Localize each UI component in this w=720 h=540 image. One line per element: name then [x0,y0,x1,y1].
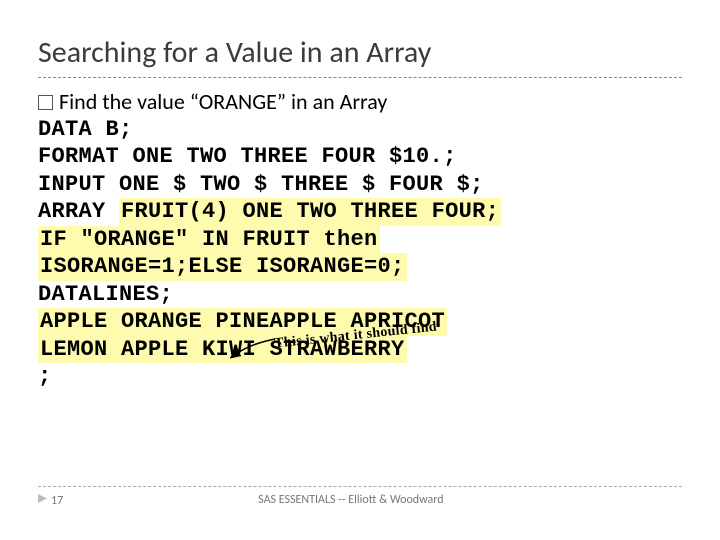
bullet-icon [38,95,53,110]
code-line-4-prefix: ARRAY [38,199,119,224]
code-line-8: LEMON APPLE KIWI STRAWBERRY [38,336,682,364]
page-number-container: 17 [38,493,63,508]
bullet-text: Find the value “ORANGE” in an Array [59,88,387,115]
code-line-1: DATA B; [38,116,682,144]
footer-divider [38,486,682,487]
title-divider [38,77,682,78]
code-line-4-highlight: FRUIT(4) ONE TWO THREE FOUR; [119,198,501,226]
code-line-2: FORMAT ONE TWO THREE FOUR $10.; [38,143,682,171]
page-number: 17 [51,494,63,508]
code-line-5b: ISORANGE=1;ELSE ISORANGE=0; [38,253,682,281]
code-line-5a: IF "ORANGE" IN FRUIT then [38,226,682,254]
code-line-3: INPUT ONE $ TWO $ THREE $ FOUR $; [38,171,682,199]
slide-footer: 17 SAS ESSENTIALS -- Elliott & Woodward [38,486,682,508]
code-line-7-highlight: APPLE ORANGE PINEAPPLE APRICOT [38,308,447,336]
footer-text: SAS ESSENTIALS -- Elliott & Woodward [258,493,443,508]
page-arrow-icon [38,493,47,507]
code-line-7: APPLE ORANGE PINEAPPLE APRICOT [38,308,682,336]
code-line-4: ARRAY FRUIT(4) ONE TWO THREE FOUR; [38,198,682,226]
slide: Searching for a Value in an Array Find t… [0,0,720,540]
code-line-9: ; [38,363,682,391]
code-line-5a-highlight: IF "ORANGE" IN FRUIT then [38,226,380,254]
code-line-6: DATALINES; [38,281,682,309]
slide-title: Searching for a Value in an Array [38,34,682,71]
code-line-8-highlight: LEMON APPLE KIWI STRAWBERRY [38,336,407,364]
code-line-5b-highlight: ISORANGE=1;ELSE ISORANGE=0; [38,253,407,281]
code-block: DATA B; FORMAT ONE TWO THREE FOUR $10.; … [38,116,682,391]
slide-content: Find the value “ORANGE” in an Array DATA… [38,88,682,391]
bullet-line: Find the value “ORANGE” in an Array [38,88,682,116]
